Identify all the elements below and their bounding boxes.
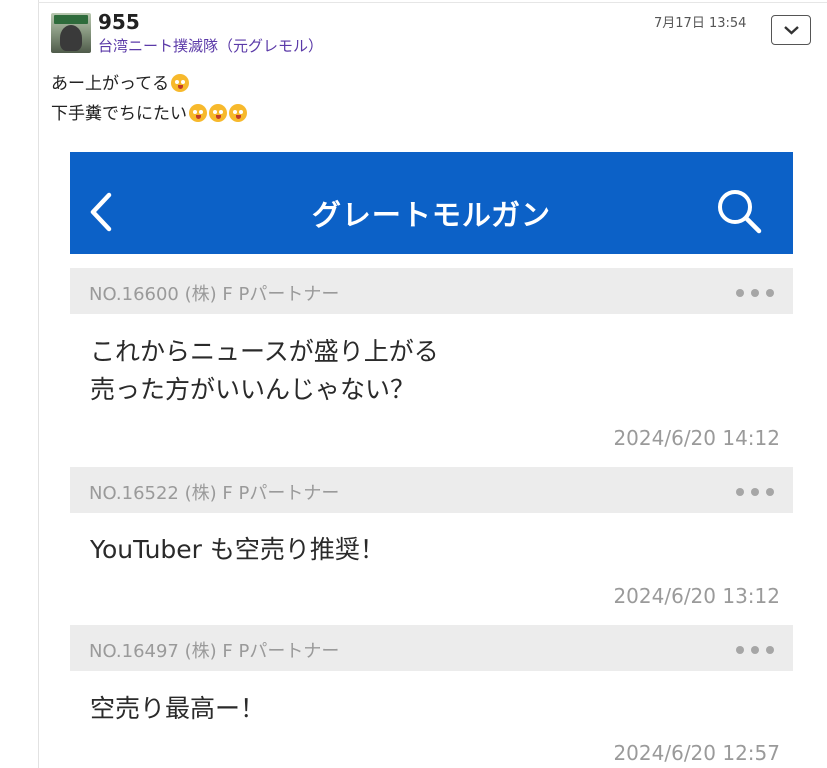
drooling-face-emoji-icon	[229, 104, 247, 122]
message-meta-bar: NO.16497 (株) F Pパートナー	[70, 625, 793, 671]
message-meta: NO.16600 (株) F Pパートナー	[89, 280, 339, 306]
message-meta-bar: NO.16522 (株) F Pパートナー	[70, 467, 793, 513]
message-number: NO.16522	[89, 483, 179, 504]
message-body-line: YouTuber も空売り推奨！	[90, 535, 385, 564]
message-author: (株) F Pパートナー	[184, 641, 340, 662]
message-meta-bar: NO.16600 (株) F Pパートナー	[70, 268, 793, 314]
embedded-app-header: グレートモルガン	[70, 152, 793, 254]
drooling-face-emoji-icon	[171, 74, 190, 92]
message-body-line: これからニュースが盛り上がる	[90, 337, 439, 366]
drooling-face-emoji-icon	[189, 104, 207, 122]
post-divider	[38, 2, 827, 3]
post-text: 下手糞でちにたい	[51, 104, 187, 124]
message-timestamp: 2024/6/20 12:57	[613, 741, 780, 765]
message-meta: NO.16497 (株) F Pパートナー	[89, 637, 339, 663]
post-number[interactable]: 955	[98, 10, 140, 34]
message-meta: NO.16522 (株) F Pパートナー	[89, 479, 339, 505]
message-body: 空売り最高ー！	[90, 690, 265, 728]
avatar-badge	[54, 15, 88, 24]
message-body-line: 空売り最高ー！	[90, 694, 266, 723]
post-date: 7月17日 13:54	[654, 16, 747, 31]
post-text: あー上がってる	[51, 74, 170, 94]
avatar-figure	[60, 25, 82, 51]
more-dots-icon[interactable]	[736, 646, 774, 654]
post-menu-button[interactable]	[771, 15, 811, 45]
message-number: NO.16600	[89, 284, 179, 305]
more-dots-icon[interactable]	[736, 289, 774, 297]
message-body-line: 売った方がいいんじゃない？	[90, 375, 416, 404]
avatar[interactable]	[51, 13, 91, 53]
drooling-face-emoji-icon	[209, 104, 227, 122]
post-username[interactable]: 台湾ニート撲滅隊（元グレモル）	[98, 35, 323, 56]
message-body: これからニュースが盛り上がる 売った方がいいんじゃない？	[90, 333, 439, 409]
chevron-down-icon	[784, 26, 799, 35]
message-body: YouTuber も空売り推奨！	[90, 531, 385, 569]
post-text-line: 下手糞でちにたい	[51, 99, 247, 124]
search-icon[interactable]	[716, 188, 762, 234]
post-text-line: あー上がってる	[51, 69, 190, 94]
message-author: (株) F Pパートナー	[184, 483, 340, 504]
more-dots-icon[interactable]	[736, 488, 774, 496]
message-author: (株) F Pパートナー	[184, 284, 340, 305]
message-number: NO.16497	[89, 641, 179, 662]
message-timestamp: 2024/6/20 14:12	[613, 426, 780, 450]
message-timestamp: 2024/6/20 13:12	[613, 584, 780, 608]
embedded-header-title: グレートモルガン	[311, 198, 552, 232]
